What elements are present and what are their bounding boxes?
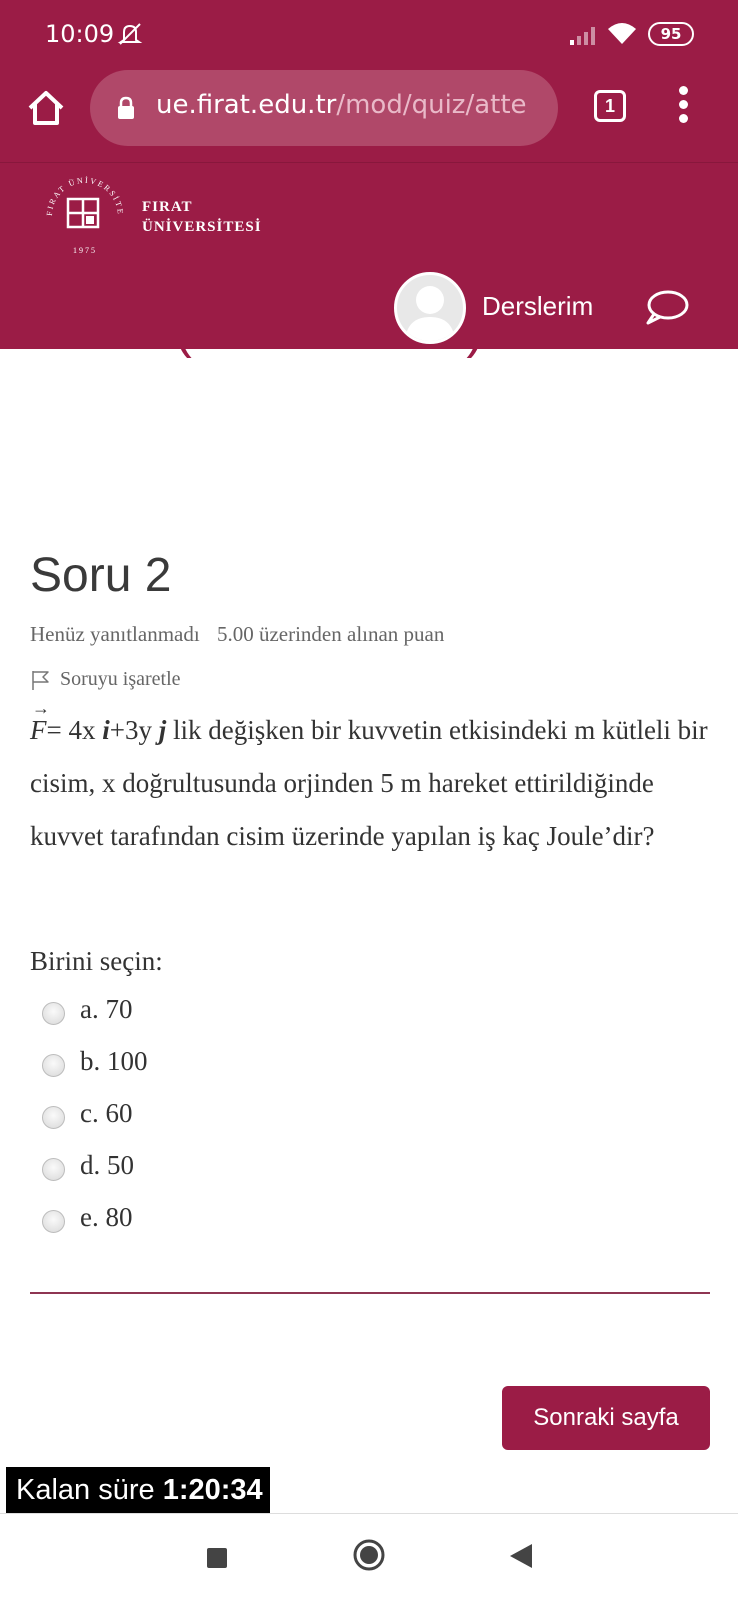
logo-line-2: ÜNİVERSİTESİ [142, 219, 262, 235]
force-vector-symbol: F [30, 682, 49, 757]
question-text-part-2: +3y [109, 715, 159, 745]
address-bar[interactable]: ue.firat.edu.tr/mod/quiz/atte [90, 70, 558, 146]
timer-value: 1:20:34 [162, 1474, 263, 1506]
option-label[interactable]: e. 80 [80, 1202, 132, 1233]
divider [30, 1292, 710, 1294]
option-label[interactable]: a. 70 [80, 994, 132, 1025]
nav-home-icon[interactable] [352, 1538, 386, 1572]
question-text-part-1: = 4x [46, 715, 103, 745]
url-host: ue.firat.edu.tr [156, 90, 337, 120]
bell-off-icon [117, 23, 143, 45]
my-courses-link[interactable]: Derslerim [482, 291, 593, 322]
answer-prompt: Birini seçin: [30, 946, 163, 976]
url-text: ue.firat.edu.tr/mod/quiz/atte [156, 90, 527, 120]
university-seal[interactable]: FIRAT ÜNİVERSİTESİ 1975 [42, 173, 128, 259]
system-nav-bar [0, 1513, 738, 1601]
site-header: FIRAT ÜNİVERSİTESİ 1975 FIRAT ÜNİVERSİTE… [0, 162, 738, 349]
chat-bubble-icon[interactable] [642, 287, 690, 327]
question-info: Henüz yanıtlanmadı 5.00 üzerinden alınan… [30, 622, 444, 647]
browser-toolbar: ue.firat.edu.tr/mod/quiz/atte 1 [0, 66, 738, 162]
battery-indicator: 95 [648, 22, 694, 46]
option-label[interactable]: c. 60 [80, 1098, 132, 1129]
avatar[interactable] [394, 272, 466, 344]
radio-button[interactable] [42, 1158, 65, 1181]
home-icon[interactable] [26, 88, 66, 128]
user-icon [405, 286, 455, 341]
quiz-timer: Kalan süre 1:20:34 [6, 1467, 270, 1513]
university-name[interactable]: FIRAT ÜNİVERSİTESİ [142, 197, 262, 237]
next-page-button[interactable]: Sonraki sayfa [502, 1386, 710, 1450]
radio-button[interactable] [42, 1002, 65, 1025]
question-state: Henüz yanıtlanmadı [30, 622, 200, 646]
back-icon[interactable] [508, 1542, 534, 1570]
flag-label: Soruyu işaretle [60, 668, 181, 690]
more-vert-icon[interactable] [676, 86, 690, 126]
tab-switcher-button[interactable]: 1 [594, 90, 626, 122]
signal-icon [570, 27, 595, 45]
timer-label: Kalan süre [16, 1474, 155, 1506]
status-bar: 10:09 95 [0, 0, 738, 66]
option-label[interactable]: b. 100 [80, 1046, 148, 1077]
option-label[interactable]: d. 50 [80, 1150, 134, 1181]
question-grade: 5.00 üzerinden alınan puan [216, 622, 445, 646]
logo-line-1: FIRAT [142, 199, 193, 215]
recents-icon[interactable] [207, 1548, 227, 1568]
radio-button[interactable] [42, 1106, 65, 1129]
radio-button[interactable] [42, 1210, 65, 1233]
lock-icon [118, 96, 134, 119]
question-text: F= 4x i+3y j lik değişken bir kuvvetin e… [30, 682, 710, 863]
url-path: /mod/quiz/atte [336, 90, 527, 120]
flag-question-link[interactable]: Soruyu işaretle [30, 668, 181, 691]
unit-vector-i: i [102, 715, 110, 745]
svg-text:1975: 1975 [73, 246, 97, 255]
radio-button[interactable] [42, 1054, 65, 1077]
question-title: Soru 2 [30, 549, 172, 602]
wifi-icon [608, 23, 636, 44]
clock: 10:09 [45, 20, 115, 48]
